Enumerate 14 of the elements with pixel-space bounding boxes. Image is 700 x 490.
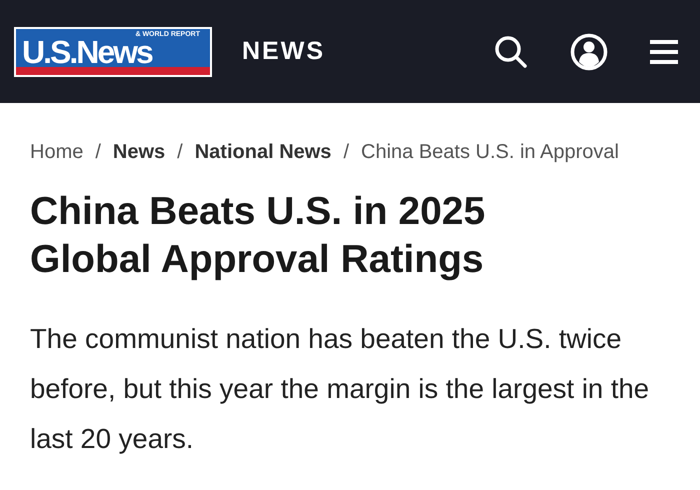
user-icon[interactable] (570, 32, 608, 70)
headline: China Beats U.S. in 2025 Global Approval Ratings (30, 189, 486, 283)
breadcrumb-separator: / (95, 141, 101, 164)
breadcrumb-separator: / (343, 141, 349, 164)
logo-wordmark: U.S.News (22, 38, 152, 66)
breadcrumb-link[interactable]: China Beats U.S. in Approval (361, 141, 619, 164)
breadcrumb-link[interactable]: National News (194, 141, 332, 164)
breadcrumb-separator: / (177, 141, 183, 164)
summary-text: The communist nation has beaten the U.S. twice before, but this year the margin is the largest in the last 20 years. (30, 322, 650, 456)
breadcrumb-link[interactable]: News (112, 141, 166, 164)
breadcrumb-link[interactable]: Home (30, 141, 84, 164)
section-title: NEWS (242, 37, 325, 66)
search-icon[interactable] (494, 34, 528, 68)
menu-icon[interactable] (650, 38, 678, 64)
